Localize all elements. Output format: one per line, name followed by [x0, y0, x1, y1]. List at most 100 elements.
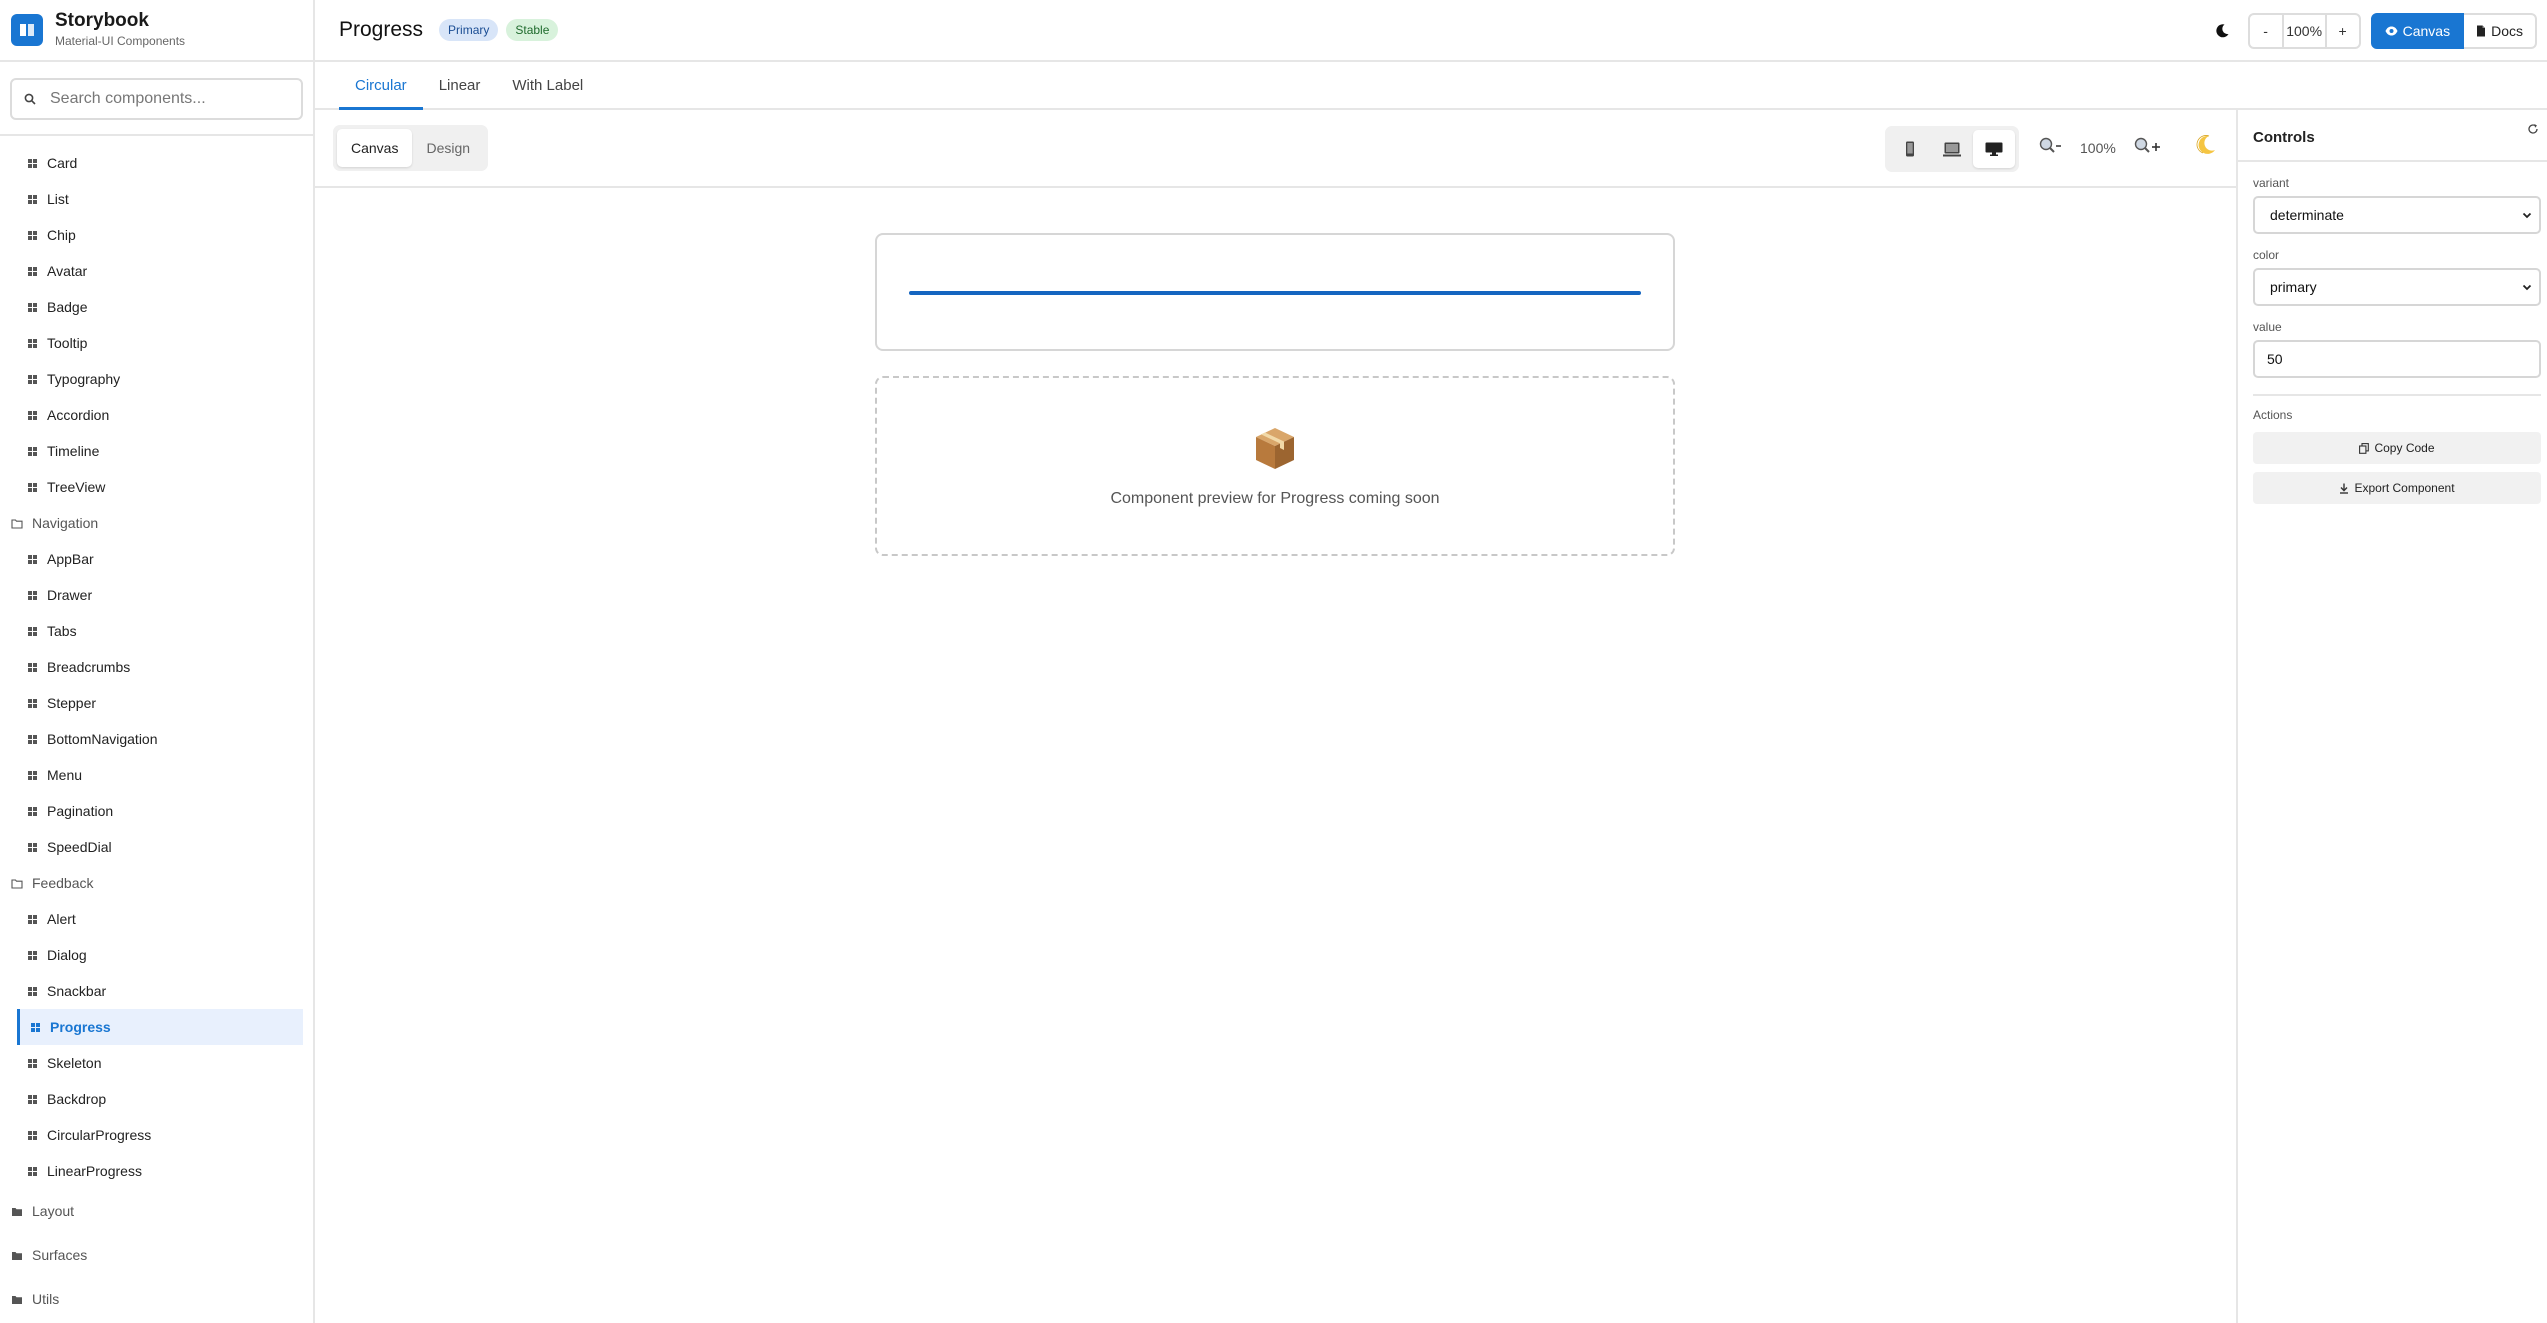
component-icon	[28, 230, 37, 240]
sidebar-item-linearprogress[interactable]: LinearProgress	[0, 1153, 313, 1189]
sidebar-item-appbar[interactable]: AppBar	[0, 541, 313, 577]
desktop-view-button[interactable]	[1973, 130, 2015, 168]
sidebar-item-label: Snackbar	[47, 983, 107, 999]
page-title: Progress	[339, 18, 424, 41]
sidebar-item-bottomnavigation[interactable]: BottomNavigation	[0, 721, 313, 757]
sidebar-group-label: Navigation	[32, 515, 99, 531]
sidebar-item-skeleton[interactable]: Skeleton	[0, 1045, 313, 1081]
sidebar-item-drawer[interactable]: Drawer	[0, 577, 313, 613]
reset-controls-button[interactable]	[2527, 122, 2539, 138]
component-icon	[28, 554, 37, 564]
sidebar-item-label: AppBar	[47, 551, 94, 567]
component-icon	[28, 698, 37, 708]
component-icon	[28, 410, 37, 420]
export-component-label: Export Component	[2354, 481, 2455, 495]
sidebar-item-tooltip[interactable]: Tooltip	[0, 325, 313, 361]
component-icon	[28, 590, 37, 600]
value-input[interactable]: 50	[2253, 340, 2541, 378]
crescent-moon-icon	[2196, 135, 2215, 154]
sidebar-item-dialog[interactable]: Dialog	[0, 937, 313, 973]
chevron-down-icon	[2522, 284, 2532, 291]
tablet-view-button[interactable]	[1931, 130, 1973, 168]
laptop-icon	[1943, 142, 1961, 156]
component-icon	[28, 302, 37, 312]
tab-circular[interactable]: Circular	[339, 62, 423, 110]
sidebar-group-layout[interactable]: Layout	[0, 1189, 313, 1233]
tab-with-label[interactable]: With Label	[496, 62, 599, 108]
document-icon	[2477, 25, 2486, 37]
zoom-out-icon	[2039, 137, 2061, 153]
sidebar-item-label: Accordion	[47, 407, 110, 423]
tab-linear[interactable]: Linear	[423, 62, 497, 108]
sidebar-item-badge[interactable]: Badge	[0, 289, 313, 325]
canvas-theme-button[interactable]	[2195, 134, 2217, 159]
component-icon	[28, 266, 37, 276]
copy-code-button[interactable]: Copy Code	[2253, 432, 2541, 464]
sidebar-item-avatar[interactable]: Avatar	[0, 253, 313, 289]
sidebar-item-label: Typography	[47, 371, 121, 387]
sidebar-item-speeddial[interactable]: SpeedDial	[0, 829, 313, 865]
sidebar-item-label: Skeleton	[47, 1055, 102, 1071]
sidebar-item-timeline[interactable]: Timeline	[0, 433, 313, 469]
sidebar-item-list[interactable]: List	[0, 181, 313, 217]
search-input[interactable]	[50, 90, 280, 108]
color-select[interactable]: primary	[2253, 268, 2541, 306]
story-tabs: Circular Linear With Label	[315, 62, 2547, 110]
sidebar-group-surfaces[interactable]: Surfaces	[0, 1233, 313, 1277]
sidebar-item-alert[interactable]: Alert	[0, 901, 313, 937]
sidebar-group-feedback[interactable]: Feedback	[0, 865, 313, 901]
sidebar-item-stepper[interactable]: Stepper	[0, 685, 313, 721]
component-icon	[28, 950, 37, 960]
sidebar-item-snackbar[interactable]: Snackbar	[0, 973, 313, 1009]
device-toggle	[1885, 126, 2019, 172]
zoom-in-button[interactable]: +	[2327, 15, 2359, 47]
folder-icon	[12, 1295, 22, 1304]
sidebar-group-navigation[interactable]: Navigation	[0, 505, 313, 541]
sidebar-item-label: Badge	[47, 299, 88, 315]
component-icon	[28, 734, 37, 744]
search-icon	[24, 93, 36, 105]
canvas-zoom-in-button[interactable]	[2133, 136, 2163, 154]
sidebar-group-label: Feedback	[32, 875, 94, 891]
docs-mode-button[interactable]: Docs	[2464, 13, 2537, 49]
sidebar-item-breadcrumbs[interactable]: Breadcrumbs	[0, 649, 313, 685]
variant-label: variant	[2253, 176, 2290, 190]
sidebar-item-chip[interactable]: Chip	[0, 217, 313, 253]
sidebar-item-treeview[interactable]: TreeView	[0, 469, 313, 505]
sidebar-item-label: Menu	[47, 767, 83, 783]
canvas-mode-button[interactable]: Canvas	[2370, 13, 2465, 49]
sidebar-item-label: Breadcrumbs	[47, 659, 131, 675]
sidebar-item-backdrop[interactable]: Backdrop	[0, 1081, 313, 1117]
variant-select[interactable]: determinate	[2253, 196, 2541, 234]
search-box[interactable]	[10, 78, 303, 120]
view-design-button[interactable]: Design	[412, 129, 484, 167]
color-value: primary	[2270, 279, 2317, 295]
refresh-icon	[2528, 124, 2538, 134]
sidebar-item-tabs[interactable]: Tabs	[0, 613, 313, 649]
sidebar-item-menu[interactable]: Menu	[0, 757, 313, 793]
variant-value: determinate	[2270, 207, 2344, 223]
brand: Storybook Material-UI Components	[0, 0, 313, 62]
component-icon	[28, 1058, 37, 1068]
zoom-out-button[interactable]: -	[2250, 15, 2282, 47]
canvas-zoom-out-button[interactable]	[2038, 136, 2064, 154]
theme-toggle-button[interactable]	[2204, 13, 2240, 49]
view-canvas-button[interactable]: Canvas	[337, 129, 413, 167]
sidebar-item-label: CircularProgress	[47, 1127, 152, 1143]
view-toggle: Canvas Design	[333, 125, 489, 171]
component-icon	[28, 986, 37, 996]
sidebar-item-pagination[interactable]: Pagination	[0, 793, 313, 829]
sidebar-item-typography[interactable]: Typography	[0, 361, 313, 397]
export-component-button[interactable]: Export Component	[2253, 472, 2541, 504]
color-label: color	[2253, 248, 2280, 262]
mobile-view-button[interactable]	[1889, 130, 1931, 168]
sidebar-item-progress[interactable]: Progress	[17, 1009, 303, 1045]
controls-title: Controls	[2253, 128, 2315, 146]
sidebar-item-card[interactable]: Card	[0, 145, 313, 181]
sidebar-group-utils[interactable]: Utils	[0, 1277, 313, 1321]
sidebar-item-accordion[interactable]: Accordion	[0, 397, 313, 433]
sidebar-item-label: Tabs	[47, 623, 77, 639]
sidebar-item-circularprogress[interactable]: CircularProgress	[0, 1117, 313, 1153]
component-icon	[28, 158, 37, 168]
primary-badge: Primary	[439, 19, 499, 41]
